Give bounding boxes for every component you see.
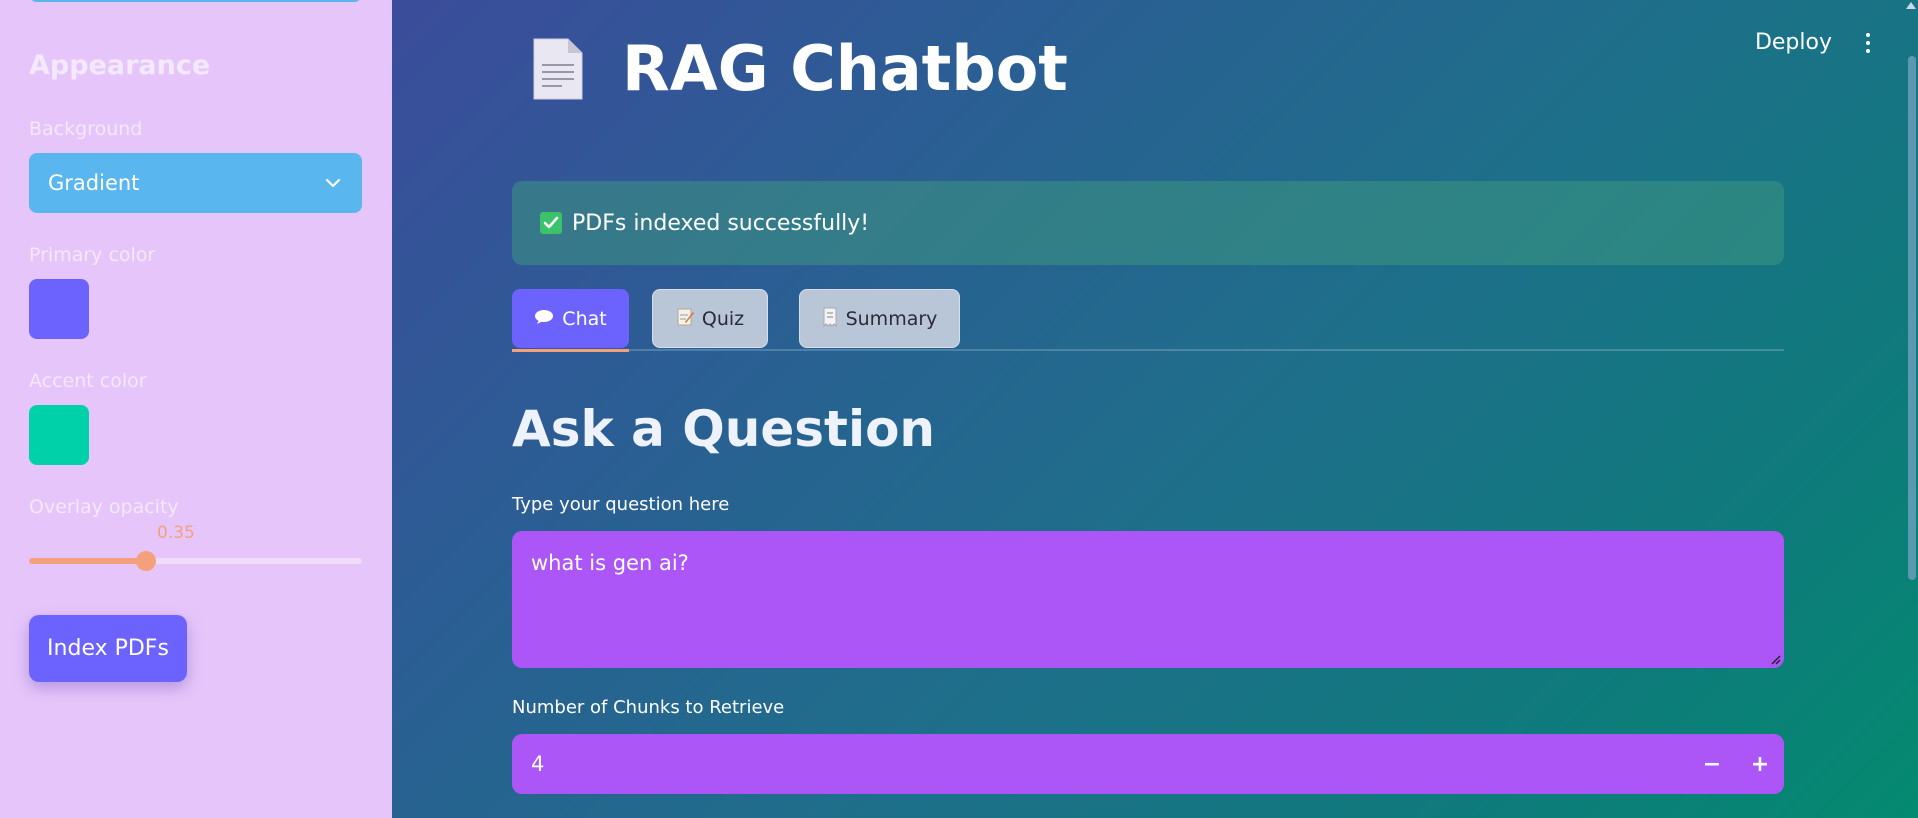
deploy-button[interactable]: Deploy <box>1755 30 1832 55</box>
accent-color-label: Accent color <box>29 370 147 392</box>
tab-summary[interactable]: Summary <box>799 289 960 348</box>
chunks-number-input[interactable]: 4 − + <box>512 734 1784 794</box>
index-pdfs-button[interactable]: Index PDFs <box>29 615 187 682</box>
memo-icon <box>676 307 694 331</box>
kebab-menu-icon[interactable] <box>1860 30 1876 56</box>
question-textarea[interactable]: what is gen ai? <box>512 531 1784 668</box>
overlay-opacity-value: 0.35 <box>157 523 195 543</box>
page-title: RAG Chatbot <box>622 32 1068 105</box>
appearance-heading: Appearance <box>29 50 211 81</box>
background-select-value: Gradient <box>48 171 140 195</box>
background-label: Background <box>29 118 143 140</box>
primary-color-label: Primary color <box>29 244 156 266</box>
question-label: Type your question here <box>512 494 730 515</box>
tab-bar: Chat Quiz Summary <box>512 289 1784 352</box>
success-alert: PDFs indexed successfully! <box>512 181 1784 265</box>
tab-chat[interactable]: Chat <box>512 289 629 352</box>
tab-label: Chat <box>562 307 607 330</box>
slider-handle[interactable] <box>135 551 156 571</box>
overlay-opacity-slider[interactable] <box>29 551 362 571</box>
background-select[interactable]: Gradient <box>29 153 362 213</box>
scrollbar[interactable] <box>1908 56 1916 580</box>
tab-bar-divider <box>512 349 1784 351</box>
sidebar-top-control[interactable] <box>29 0 362 2</box>
document-icon <box>533 38 583 99</box>
page-header: RAG Chatbot <box>530 32 1068 105</box>
tab-label: Summary <box>845 307 938 330</box>
tab-quiz[interactable]: Quiz <box>652 289 768 348</box>
accent-color-swatch[interactable] <box>29 405 89 465</box>
receipt-icon <box>822 307 838 331</box>
slider-fill <box>29 558 146 564</box>
speech-bubble-icon <box>534 309 554 329</box>
sidebar: Appearance Background Gradient Primary c… <box>0 0 392 818</box>
tab-label: Quiz <box>701 307 745 330</box>
primary-color-swatch[interactable] <box>29 279 89 339</box>
chevron-down-icon <box>323 173 343 193</box>
main-content: Deploy RAG Chatbot PDFs indexed successf… <box>392 0 1918 818</box>
increment-button[interactable]: + <box>1736 734 1784 794</box>
chunks-value[interactable]: 4 <box>531 752 1688 776</box>
resize-handle-icon[interactable] <box>1771 655 1781 665</box>
checkmark-icon <box>540 212 562 234</box>
question-value: what is gen ai? <box>531 551 689 575</box>
decrement-button[interactable]: − <box>1688 734 1736 794</box>
alert-text: PDFs indexed successfully! <box>572 210 870 236</box>
chunks-label: Number of Chunks to Retrieve <box>512 697 785 718</box>
overlay-opacity-label: Overlay opacity <box>29 496 179 518</box>
scroll-up-icon[interactable] <box>1906 2 1916 9</box>
section-title: Ask a Question <box>512 400 936 458</box>
